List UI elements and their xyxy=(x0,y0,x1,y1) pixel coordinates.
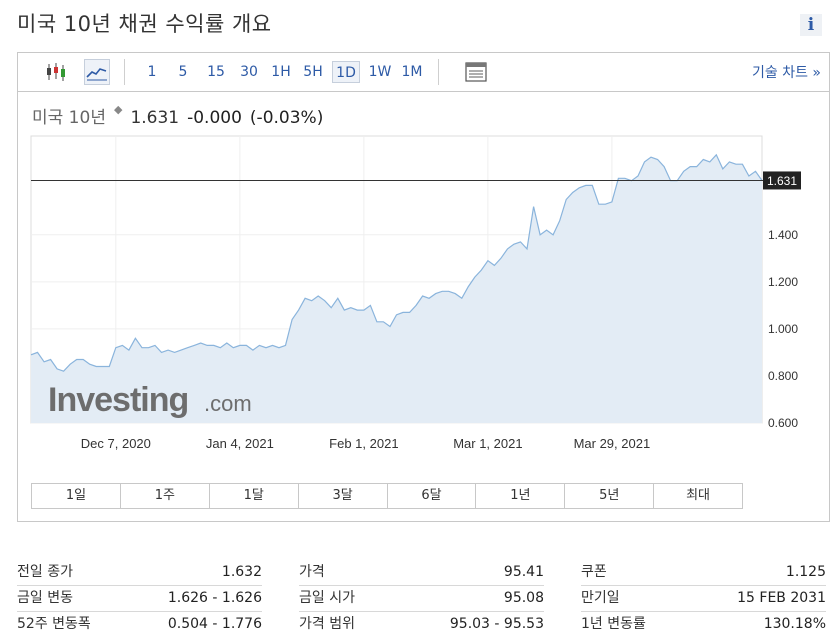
y-tick-label: 1.400 xyxy=(768,228,798,242)
stat-value: 95.08 xyxy=(503,590,544,606)
stat-label: 52주 변동폭 xyxy=(17,616,91,632)
x-tick-label: Mar 29, 2021 xyxy=(574,436,651,451)
x-tick-label: Dec 7, 2020 xyxy=(81,436,151,451)
toolbar-divider xyxy=(124,59,125,85)
stat-value: 1.125 xyxy=(785,564,826,580)
period-1m[interactable]: 1달 xyxy=(210,484,299,508)
investing-logo: Investing xyxy=(48,381,188,419)
stat-value: 1.626 - 1.626 xyxy=(167,590,262,606)
investing-logo-suffix: .com xyxy=(204,391,252,416)
y-tick-label: 1.000 xyxy=(768,322,798,336)
stat-label: 만기일 xyxy=(581,590,620,606)
period-selector: 1일 1주 1달 3달 6달 1년 5년 최대 xyxy=(31,483,743,509)
period-3m[interactable]: 3달 xyxy=(299,484,388,508)
y-tick-label: 0.600 xyxy=(768,416,798,430)
stat-label: 전일 종가 xyxy=(17,564,73,580)
last-price: 1.631 xyxy=(130,108,180,128)
price-label: 1.631 xyxy=(767,174,797,188)
price-change-percent: (-0.03%) xyxy=(249,108,324,128)
timeframe-1h[interactable]: 1H xyxy=(269,61,293,83)
period-6m[interactable]: 6달 xyxy=(388,484,477,508)
period-1d[interactable]: 1일 xyxy=(32,484,121,508)
period-1w[interactable]: 1주 xyxy=(121,484,210,508)
x-tick-label: Mar 1, 2021 xyxy=(453,436,522,451)
price-chart[interactable]: Investing .com 1.631 0.600 0.800 1.000 1.200 1.… xyxy=(18,133,829,478)
stat-label: 가격 xyxy=(299,564,325,580)
stat-row: 가격 범위 95.03 - 95.53 xyxy=(299,612,544,637)
timeframe-1[interactable]: 1 xyxy=(142,61,162,83)
stat-row: 금일 시가 95.08 xyxy=(299,586,544,612)
stat-row: 가격 95.41 xyxy=(299,560,544,586)
stat-label: 가격 범위 xyxy=(299,616,355,632)
stat-label: 1년 변동률 xyxy=(581,616,646,632)
x-tick-label: Feb 1, 2021 xyxy=(329,436,398,451)
stat-row: 금일 변동 1.626 - 1.626 xyxy=(17,586,262,612)
chart-toolbar: 1 5 15 30 1H 5H 1D 1W 1M 기술 차트 » xyxy=(18,53,829,92)
stats-column-1: 전일 종가 1.632 금일 변동 1.626 - 1.626 52주 변동폭 0.5… xyxy=(17,560,262,637)
period-5y[interactable]: 5년 xyxy=(565,484,655,508)
timeframe-1m[interactable]: 1M xyxy=(399,61,425,83)
y-tick-label: 1.200 xyxy=(768,275,798,289)
stat-row: 쿠폰 1.125 xyxy=(581,560,826,586)
chart-panel: 1 5 15 30 1H 5H 1D 1W 1M 기술 차트 » 미국 10년 ◆… xyxy=(17,52,830,522)
stats-column-3: 쿠폰 1.125 만기일 15 FEB 2031 1년 변동률 130.18% xyxy=(581,560,826,637)
timeframe-1d[interactable]: 1D xyxy=(332,61,360,83)
period-max[interactable]: 최대 xyxy=(654,484,742,508)
table-view-icon[interactable] xyxy=(463,59,489,85)
info-icon[interactable]: i xyxy=(800,14,822,36)
quote-header: 미국 10년 ◆ 1.631 -0.000 (-0.03%) xyxy=(32,103,331,128)
page-title: 미국 10년 채권 수익률 개요 xyxy=(17,12,272,36)
y-tick-label: 0.800 xyxy=(768,369,798,383)
stat-value: 95.03 - 95.53 xyxy=(449,616,544,632)
instrument-name: 미국 10년 xyxy=(32,108,106,128)
stat-value: 15 FEB 2031 xyxy=(737,590,826,606)
timeframe-5[interactable]: 5 xyxy=(173,61,193,83)
timeframe-15[interactable]: 15 xyxy=(204,61,228,83)
x-tick-label: Jan 4, 2021 xyxy=(206,436,274,451)
stat-label: 쿠폰 xyxy=(581,564,607,580)
stat-row: 52주 변동폭 0.504 - 1.776 xyxy=(17,612,262,637)
timeframe-1w[interactable]: 1W xyxy=(366,61,394,83)
line-chart-icon[interactable] xyxy=(84,59,110,85)
stat-row: 전일 종가 1.632 xyxy=(17,560,262,586)
stat-value: 95.41 xyxy=(503,564,544,580)
stat-value: 0.504 - 1.776 xyxy=(167,616,262,632)
candlestick-icon[interactable] xyxy=(43,59,69,85)
timeframe-30[interactable]: 30 xyxy=(236,61,262,83)
stat-label: 금일 시가 xyxy=(299,590,355,606)
technical-chart-link[interactable]: 기술 차트 » xyxy=(752,62,821,82)
marker-icon: ◆ xyxy=(113,103,123,116)
stat-row: 1년 변동률 130.18% xyxy=(581,612,826,637)
stat-label: 금일 변동 xyxy=(17,590,73,606)
toolbar-divider xyxy=(438,59,439,85)
timeframe-5h[interactable]: 5H xyxy=(301,61,325,83)
stat-row: 만기일 15 FEB 2031 xyxy=(581,586,826,612)
stats-column-2: 가격 95.41 금일 시가 95.08 가격 범위 95.03 - 95.53 xyxy=(299,560,544,637)
period-1y[interactable]: 1년 xyxy=(476,484,566,508)
stat-value: 130.18% xyxy=(763,616,826,632)
stat-value: 1.632 xyxy=(221,564,262,580)
price-change: -0.000 xyxy=(187,108,242,128)
